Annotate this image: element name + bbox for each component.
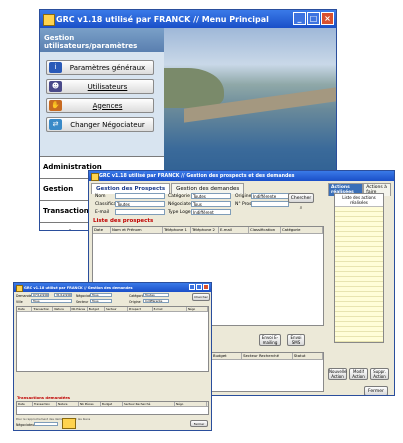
change-negotiator-button[interactable]: ⇄ Changer Négociateur bbox=[46, 117, 154, 132]
email-input[interactable] bbox=[115, 209, 165, 215]
search-icon: ⌕ bbox=[299, 206, 303, 211]
search-button[interactable]: Chercher bbox=[192, 293, 210, 301]
ville-label: Ville bbox=[16, 300, 23, 304]
maximize-icon[interactable]: □ bbox=[307, 12, 320, 25]
actions-panel: Actions réalisées Actions à faire Liste … bbox=[328, 183, 391, 395]
demands-table[interactable]: Budget Secteur Recherché Statut bbox=[211, 352, 324, 392]
n-prosp-input[interactable] bbox=[251, 201, 289, 207]
close-icon[interactable] bbox=[203, 284, 209, 290]
origine-label: Origine bbox=[129, 300, 141, 304]
main-window-titlebar[interactable]: GRC v1.18 utilisé par FRANCK // Menu Pri… bbox=[40, 10, 336, 28]
origine-select[interactable]: Indifférente bbox=[251, 193, 289, 199]
main-window-title: GRC v1.18 utilisé par FRANCK // Menu Pri… bbox=[56, 14, 269, 24]
footer-negociateur-label: Négociateur bbox=[16, 423, 36, 427]
transactions-title: Transactions demandées bbox=[17, 395, 71, 400]
new-action-button[interactable]: Nouvelle Action bbox=[328, 368, 347, 380]
type-logem-select[interactable]: Indifférent bbox=[191, 209, 231, 215]
users-icon: ☻ bbox=[49, 81, 62, 92]
switch-user-icon: ⇄ bbox=[49, 119, 62, 130]
origine-label: Origine bbox=[235, 194, 252, 199]
transactions-table-header: Date Transaction Nature Nb Pièces Budget… bbox=[17, 402, 208, 407]
actions-list[interactable]: Liste des actions réalisées bbox=[334, 193, 384, 343]
origine-select[interactable]: Indifférente bbox=[143, 299, 169, 303]
categorie-select[interactable]: Toutes bbox=[191, 193, 231, 199]
maximize-icon[interactable] bbox=[196, 284, 202, 290]
send-emailing-button[interactable]: Envoi E-mailing bbox=[259, 334, 281, 346]
categorie-select[interactable]: Toutes bbox=[143, 293, 169, 297]
agency-icon: ✋ bbox=[49, 100, 62, 111]
email-label: E-mail bbox=[95, 210, 110, 215]
secteur-select[interactable]: Tous Secteurs bbox=[90, 299, 112, 303]
transactions-table[interactable]: Date Transaction Nature Nb Pièces Budget… bbox=[16, 401, 209, 415]
general-settings-button[interactable]: i Paramètres généraux bbox=[46, 60, 154, 75]
negociateur-select[interactable]: Tous bbox=[90, 293, 112, 297]
prospects-window-title: GRC v1.18 utilisé par FRANCK // Gestion … bbox=[99, 173, 295, 179]
demandes-table-header: Date Transaction Nature Nb Pièces Budget… bbox=[17, 307, 208, 312]
footer-label: Pour le rapprochement des demandes avec … bbox=[16, 417, 91, 421]
secteur-label: Secteur bbox=[76, 300, 89, 304]
date-from-input[interactable]: 07/12/2007 bbox=[31, 293, 49, 297]
ville-select[interactable]: Tous bbox=[31, 299, 72, 303]
negociateur-select[interactable]: Tous bbox=[191, 201, 231, 207]
categorie-label: Catégorie bbox=[168, 194, 190, 199]
close-button[interactable]: Fermer bbox=[364, 386, 388, 395]
delete-action-button[interactable]: Suppr. Action bbox=[370, 368, 389, 380]
nom-label: Nom bbox=[95, 194, 106, 199]
match-button[interactable] bbox=[62, 418, 76, 429]
classification-select[interactable]: Toutes bbox=[115, 201, 165, 207]
footer-negociateur-select[interactable] bbox=[34, 422, 58, 426]
edit-action-button[interactable]: Modif Action bbox=[349, 368, 368, 380]
prospects-window-titlebar[interactable]: GRC v1.18 utilisé par FRANCK // Gestion … bbox=[89, 171, 394, 181]
minimize-icon[interactable] bbox=[189, 284, 195, 290]
section-header-user-settings[interactable]: Gestion utilisateurs/paramètres bbox=[40, 28, 164, 52]
app-icon bbox=[43, 14, 55, 26]
agencies-button[interactable]: ✋ Agences bbox=[46, 98, 154, 113]
prospects-table-header: Date Nom et Prénom Téléphone 1 Téléphone… bbox=[93, 227, 323, 234]
app-icon bbox=[91, 173, 99, 181]
search-button[interactable]: Chercher ⌕ bbox=[288, 193, 314, 211]
demandes-table[interactable]: Date Transaction Nature Nb Pièces Budget… bbox=[16, 306, 209, 372]
close-icon[interactable]: × bbox=[321, 12, 334, 25]
settings-menu-area: i Paramètres généraux ☻ Utilisateurs ✋ A… bbox=[40, 52, 164, 156]
nom-input[interactable] bbox=[115, 193, 165, 199]
demandes-window-title: GRC v1.18 utilisé par FRANCK // Gestion … bbox=[24, 285, 133, 290]
demandes-window: GRC v1.18 utilisé par FRANCK // Gestion … bbox=[13, 282, 212, 431]
send-sms-button[interactable]: Envoi SMS bbox=[287, 334, 305, 346]
info-icon: i bbox=[49, 62, 62, 73]
prospects-list-title: Liste des prospects bbox=[93, 218, 154, 224]
close-button[interactable]: Fermer bbox=[190, 420, 208, 427]
demandes-window-titlebar[interactable]: GRC v1.18 utilisé par FRANCK // Gestion … bbox=[14, 283, 211, 292]
demands-table-header: Budget Secteur Recherché Statut bbox=[212, 353, 323, 360]
users-button[interactable]: ☻ Utilisateurs bbox=[46, 79, 154, 94]
actions-list-header: Liste des actions réalisées bbox=[335, 194, 383, 207]
app-icon bbox=[16, 285, 23, 292]
minimize-icon[interactable]: _ bbox=[293, 12, 306, 25]
date-to-input[interactable]: 31/12/2007 bbox=[54, 293, 72, 297]
